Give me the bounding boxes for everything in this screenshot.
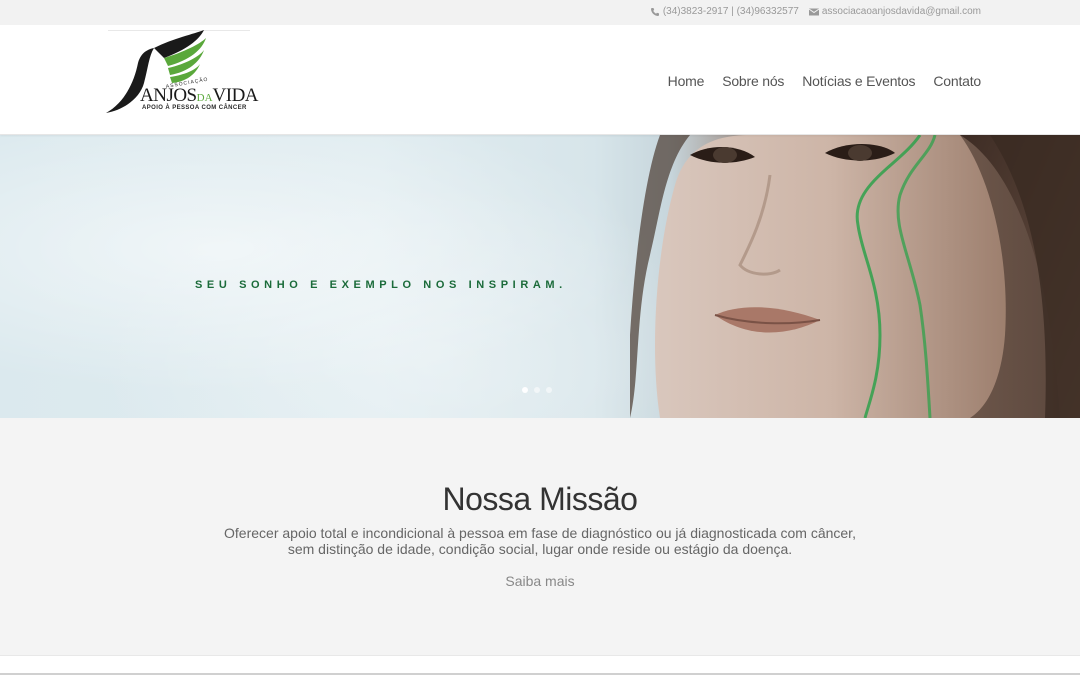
nav-contato[interactable]: Contato [933, 73, 981, 89]
next-section-edge [0, 655, 1080, 675]
logo-brand-anjos: ANJOS [140, 85, 197, 106]
email-address: associacaoanjosdavida@gmail.com [821, 6, 981, 17]
nav-home[interactable]: Home [668, 73, 705, 89]
nav-sobre-nos[interactable]: Sobre nós [722, 73, 784, 89]
main-nav: Home Sobre nós Notícias e Eventos Contat… [668, 73, 982, 89]
saiba-mais-link[interactable]: Saiba mais [0, 573, 1080, 589]
logo-brand-vida: VIDA [212, 85, 259, 106]
slider-pagination [522, 387, 552, 393]
mission-section: Nossa Missão Oferecer apoio total e inco… [0, 418, 1080, 655]
contact-info: (34)3823-2917 | (34)96332577 associacaoa… [650, 6, 981, 17]
site-logo[interactable]: ASSOCIAÇÃO ANJOSDAVIDA APOIO À PESSOA CO… [104, 28, 259, 120]
slider-dot-3[interactable] [546, 387, 552, 393]
nav-noticias-eventos[interactable]: Notícias e Eventos [802, 73, 915, 89]
phone-contact[interactable]: (34)3823-2917 | (34)96332577 [650, 6, 799, 17]
envelope-icon [808, 8, 819, 15]
hero-slogan: SEU SONHO E EXEMPLO NOS INSPIRAM. [195, 279, 567, 291]
logo-brand-name: ANJOSDAVIDA [140, 85, 259, 107]
phone-numbers: (34)3823-2917 | (34)96332577 [662, 6, 799, 17]
hero-portrait-image [630, 135, 1080, 418]
logo-brand-da: DA [196, 92, 213, 104]
mission-title: Nossa Missão [442, 481, 638, 517]
site-header: ASSOCIAÇÃO ANJOSDAVIDA APOIO À PESSOA CO… [0, 25, 1080, 135]
top-bar: (34)3823-2917 | (34)96332577 associacaoa… [0, 0, 1080, 25]
slider-dot-1[interactable] [522, 387, 528, 393]
logo-tagline: APOIO À PESSOA COM CÂNCER [142, 105, 247, 111]
slider-dot-2[interactable] [534, 387, 540, 393]
email-contact[interactable]: associacaoanjosdavida@gmail.com [808, 6, 981, 17]
hero-slider: SEU SONHO E EXEMPLO NOS INSPIRAM. [0, 135, 1080, 418]
mission-text: Oferecer apoio total e incondicional à p… [224, 525, 856, 557]
hero-mist-background [0, 135, 720, 418]
phone-icon [650, 7, 659, 16]
